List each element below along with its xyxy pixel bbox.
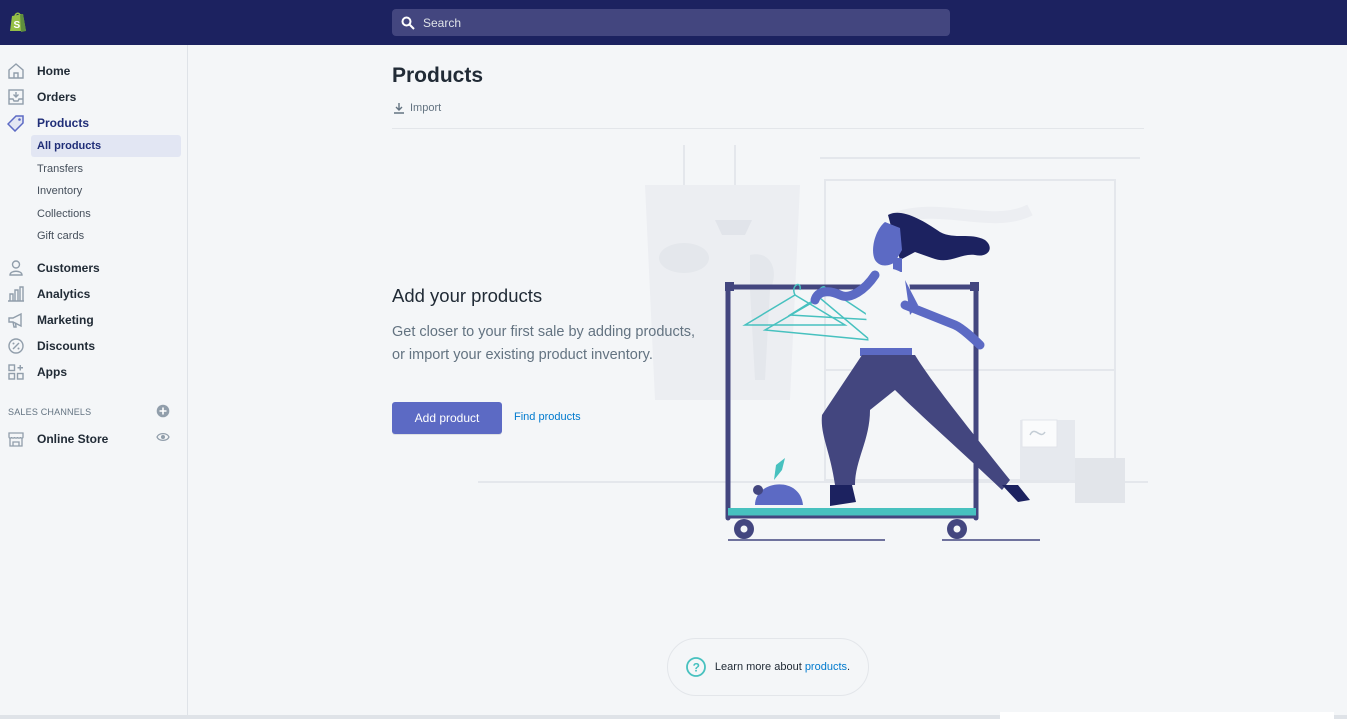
subnav-label: All products bbox=[37, 140, 102, 152]
sidebar-item-orders[interactable]: Orders bbox=[0, 84, 187, 108]
home-icon bbox=[8, 63, 24, 79]
eye-icon[interactable] bbox=[156, 431, 170, 443]
sidebar-item-label: Analytics bbox=[37, 287, 91, 301]
add-product-button[interactable]: Add product bbox=[392, 402, 502, 434]
learn-more-suffix: . bbox=[847, 661, 851, 673]
sidebar-item-label: Products bbox=[37, 116, 90, 130]
subnav-label: Gift cards bbox=[37, 230, 85, 242]
help-icon: ? bbox=[686, 657, 706, 677]
page-title: Products bbox=[392, 64, 484, 87]
add-channel-icon[interactable] bbox=[156, 404, 170, 418]
discount-icon bbox=[8, 338, 24, 354]
learn-more-prefix: Learn more about bbox=[714, 661, 805, 673]
divider bbox=[392, 128, 1144, 129]
subnav-transfers[interactable]: Transfers bbox=[31, 158, 181, 180]
sidebar-item-label: Home bbox=[37, 64, 71, 78]
empty-state-body: Get closer to your first sale by adding … bbox=[392, 324, 696, 363]
sidebar-item-home[interactable]: Home bbox=[0, 58, 187, 82]
sidebar-item-label: Customers bbox=[37, 261, 100, 275]
sidebar-item-label: Discounts bbox=[37, 339, 96, 353]
learn-more-products-link[interactable]: products bbox=[805, 661, 847, 673]
sidebar-item-analytics[interactable]: Analytics bbox=[0, 281, 187, 305]
subnav-gift-cards[interactable]: Gift cards bbox=[31, 225, 181, 247]
megaphone-icon bbox=[8, 312, 22, 328]
sidebar-item-marketing[interactable]: Marketing bbox=[0, 307, 187, 331]
download-icon bbox=[394, 103, 404, 114]
sidebar-item-apps[interactable]: Apps bbox=[0, 359, 187, 383]
subnav-all-products[interactable]: All products bbox=[31, 135, 181, 157]
import-label: Import bbox=[410, 102, 442, 114]
subnav-inventory[interactable]: Inventory bbox=[31, 180, 181, 202]
sidebar-item-products[interactable]: Products bbox=[0, 110, 187, 134]
svg-text:S: S bbox=[14, 20, 21, 31]
search-input[interactable] bbox=[423, 15, 923, 30]
sidebar: Home Orders Products All products Transf… bbox=[0, 45, 188, 719]
shopify-logo-icon[interactable]: S bbox=[8, 11, 28, 33]
empty-state-title: Add your products bbox=[392, 285, 543, 306]
subnav-label: Inventory bbox=[37, 185, 83, 197]
store-icon bbox=[8, 432, 24, 447]
sidebar-item-label: Marketing bbox=[37, 313, 94, 327]
sidebar-item-label: Apps bbox=[37, 365, 67, 379]
sidebar-item-discounts[interactable]: Discounts bbox=[0, 333, 187, 357]
top-bar: S bbox=[0, 0, 1347, 45]
search-bar[interactable] bbox=[392, 9, 950, 36]
bottom-overlay bbox=[1000, 712, 1334, 719]
bar-chart-icon bbox=[8, 286, 24, 302]
svg-text:?: ? bbox=[693, 661, 700, 675]
find-products-link[interactable]: Find products bbox=[514, 411, 581, 423]
subnav-collections[interactable]: Collections bbox=[31, 203, 181, 225]
sidebar-item-label: Online Store bbox=[37, 432, 109, 446]
sales-channels-heading: SALES CHANNELS bbox=[8, 407, 92, 417]
subnav-label: Collections bbox=[37, 208, 91, 220]
import-button[interactable]: Import bbox=[393, 102, 441, 114]
learn-more-callout: ? Learn more about products. bbox=[667, 638, 869, 696]
person-icon bbox=[9, 260, 23, 276]
sidebar-item-customers[interactable]: Customers bbox=[0, 255, 187, 279]
sidebar-item-label: Orders bbox=[37, 90, 77, 104]
orders-icon bbox=[8, 89, 24, 105]
tag-icon bbox=[7, 115, 24, 132]
search-icon bbox=[401, 16, 415, 30]
apps-icon bbox=[8, 364, 24, 380]
subnav-label: Transfers bbox=[37, 163, 84, 175]
